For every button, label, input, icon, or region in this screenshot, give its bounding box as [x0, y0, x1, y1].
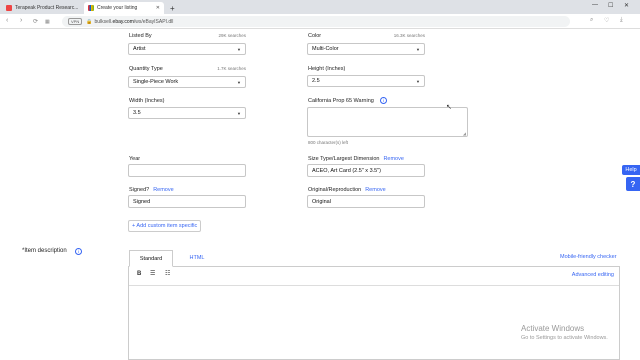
- new-tab-button[interactable]: +: [166, 2, 176, 14]
- help-question-icon[interactable]: ?: [626, 177, 640, 191]
- size-type-label-text: Size Type/Largest Dimension: [308, 156, 380, 162]
- tab-bar: Terapeak Product Researc... ✕ Create you…: [0, 0, 640, 14]
- reload-icon[interactable]: ⟳: [33, 18, 38, 25]
- vpn-badge[interactable]: VPN: [68, 18, 83, 25]
- advanced-editing-link[interactable]: Advanced editing: [572, 272, 614, 278]
- activate-windows-title: Activate Windows: [521, 324, 585, 333]
- height-value: 2.5: [312, 78, 320, 84]
- lock-icon[interactable]: 🔒: [86, 19, 92, 25]
- listed-by-label: Listed By: [129, 33, 152, 39]
- bulleted-list-icon[interactable]: ☷: [165, 270, 170, 277]
- year-input[interactable]: [128, 164, 246, 177]
- grid-icon[interactable]: ▦: [45, 19, 50, 25]
- quantity-type-label: Quantity Type: [129, 66, 163, 72]
- quantity-type-select[interactable]: Single-Piece Work ▼: [128, 76, 246, 88]
- download-icon[interactable]: ⤓: [620, 17, 623, 24]
- tab-create-listing[interactable]: Create your listing ✕: [84, 2, 164, 14]
- prop65-textarea[interactable]: ◢: [307, 107, 468, 137]
- ebay-favicon-icon: [88, 5, 94, 11]
- size-type-remove-link[interactable]: Remove: [383, 156, 403, 162]
- description-editor[interactable]: Advanced editing B ☰ ☷: [128, 266, 620, 360]
- close-window-icon[interactable]: ✕: [624, 2, 629, 9]
- help-button[interactable]: Help: [622, 165, 640, 175]
- signed-label: Signed? Remove: [129, 187, 174, 193]
- maximize-icon[interactable]: ☐: [608, 2, 613, 9]
- listed-by-count: 29K searches: [218, 33, 246, 38]
- original-remove-link[interactable]: Remove: [365, 187, 385, 193]
- year-label: Year: [129, 156, 141, 162]
- prop65-label: California Prop 65 Warning: [308, 98, 374, 104]
- chevron-down-icon: ▼: [237, 111, 241, 116]
- tab-standard[interactable]: Standard: [129, 250, 173, 267]
- url-domain: ebay.com: [112, 18, 134, 25]
- item-description-label: *Item description: [22, 248, 67, 254]
- url-field[interactable]: VPN 🔒 bulksell. ebay.com/ws/eBayISAPI.dll: [62, 16, 570, 27]
- chevron-down-icon: ▼: [416, 79, 420, 84]
- close-tab-icon[interactable]: ✕: [78, 5, 82, 11]
- width-select[interactable]: 3.5 ▼: [128, 107, 246, 119]
- size-type-input[interactable]: ACEO, Art Card (2.5" x 3.5"): [307, 164, 425, 177]
- width-label: Width (Inches): [129, 98, 165, 104]
- quantity-type-value: Single-Piece Work: [133, 79, 179, 85]
- search-icon[interactable]: ⌕: [590, 17, 593, 24]
- chevron-down-icon: ▼: [237, 47, 241, 52]
- tab-html[interactable]: HTML: [178, 250, 216, 266]
- info-icon[interactable]: i: [380, 97, 387, 104]
- minimize-icon[interactable]: —: [592, 2, 598, 8]
- tab-terapeak[interactable]: Terapeak Product Researc... ✕: [2, 2, 82, 14]
- bold-icon[interactable]: B: [137, 271, 141, 277]
- width-value: 3.5: [133, 110, 141, 116]
- color-value: Multi-Color: [312, 46, 339, 52]
- original-label-text: Original/Reproduction: [308, 187, 362, 193]
- height-label: Height (Inches): [308, 66, 346, 72]
- signed-label-text: Signed?: [129, 187, 150, 193]
- url-path: /ws/eBayISAPI.dll: [133, 18, 174, 25]
- mobile-friendly-checker-link[interactable]: Mobile-friendly checker: [560, 254, 617, 260]
- terapeak-favicon-icon: [6, 5, 12, 11]
- color-count: 16.3K searches: [393, 33, 425, 38]
- mouse-cursor-icon: ↖: [446, 104, 452, 111]
- numbered-list-icon[interactable]: ☰: [150, 270, 155, 277]
- height-select[interactable]: 2.5 ▼: [307, 75, 425, 87]
- chevron-down-icon: ▼: [416, 47, 420, 52]
- size-type-label: Size Type/Largest Dimension Remove: [308, 156, 404, 162]
- original-input[interactable]: Original: [307, 195, 425, 208]
- color-label: Color: [308, 33, 322, 39]
- info-icon[interactable]: i: [75, 248, 82, 255]
- signed-input[interactable]: Signed: [128, 195, 246, 208]
- add-custom-specific-button[interactable]: + Add custom item specific: [128, 220, 202, 232]
- chevron-down-icon: ▼: [237, 80, 241, 85]
- original-label: Original/Reproduction Remove: [308, 187, 386, 193]
- tab-label: Create your listing: [97, 5, 138, 11]
- resize-handle-icon[interactable]: ◢: [463, 131, 466, 136]
- prop65-chars-left: 800 character(s) left: [308, 140, 349, 145]
- address-bar: ‹ › ⟳ ▦ VPN 🔒 bulksell. ebay.com/ws/eBayI…: [0, 14, 640, 29]
- activate-windows-subtitle: Go to Settings to activate Windows.: [521, 335, 608, 341]
- close-tab-icon[interactable]: ✕: [152, 5, 160, 11]
- color-select[interactable]: Multi-Color ▼: [307, 43, 425, 55]
- listed-by-value: Artist: [133, 46, 146, 52]
- back-icon[interactable]: ‹: [6, 17, 8, 24]
- forward-icon[interactable]: ›: [20, 17, 22, 24]
- toolbar-divider: [129, 285, 619, 286]
- listed-by-select[interactable]: Artist ▼: [128, 43, 246, 55]
- heart-icon[interactable]: ♡: [604, 17, 609, 24]
- tab-label: Terapeak Product Researc...: [15, 5, 79, 11]
- quantity-type-count: 1.7K searches: [217, 66, 246, 71]
- signed-remove-link[interactable]: Remove: [153, 187, 173, 193]
- url-prefix: bulksell.: [94, 18, 113, 25]
